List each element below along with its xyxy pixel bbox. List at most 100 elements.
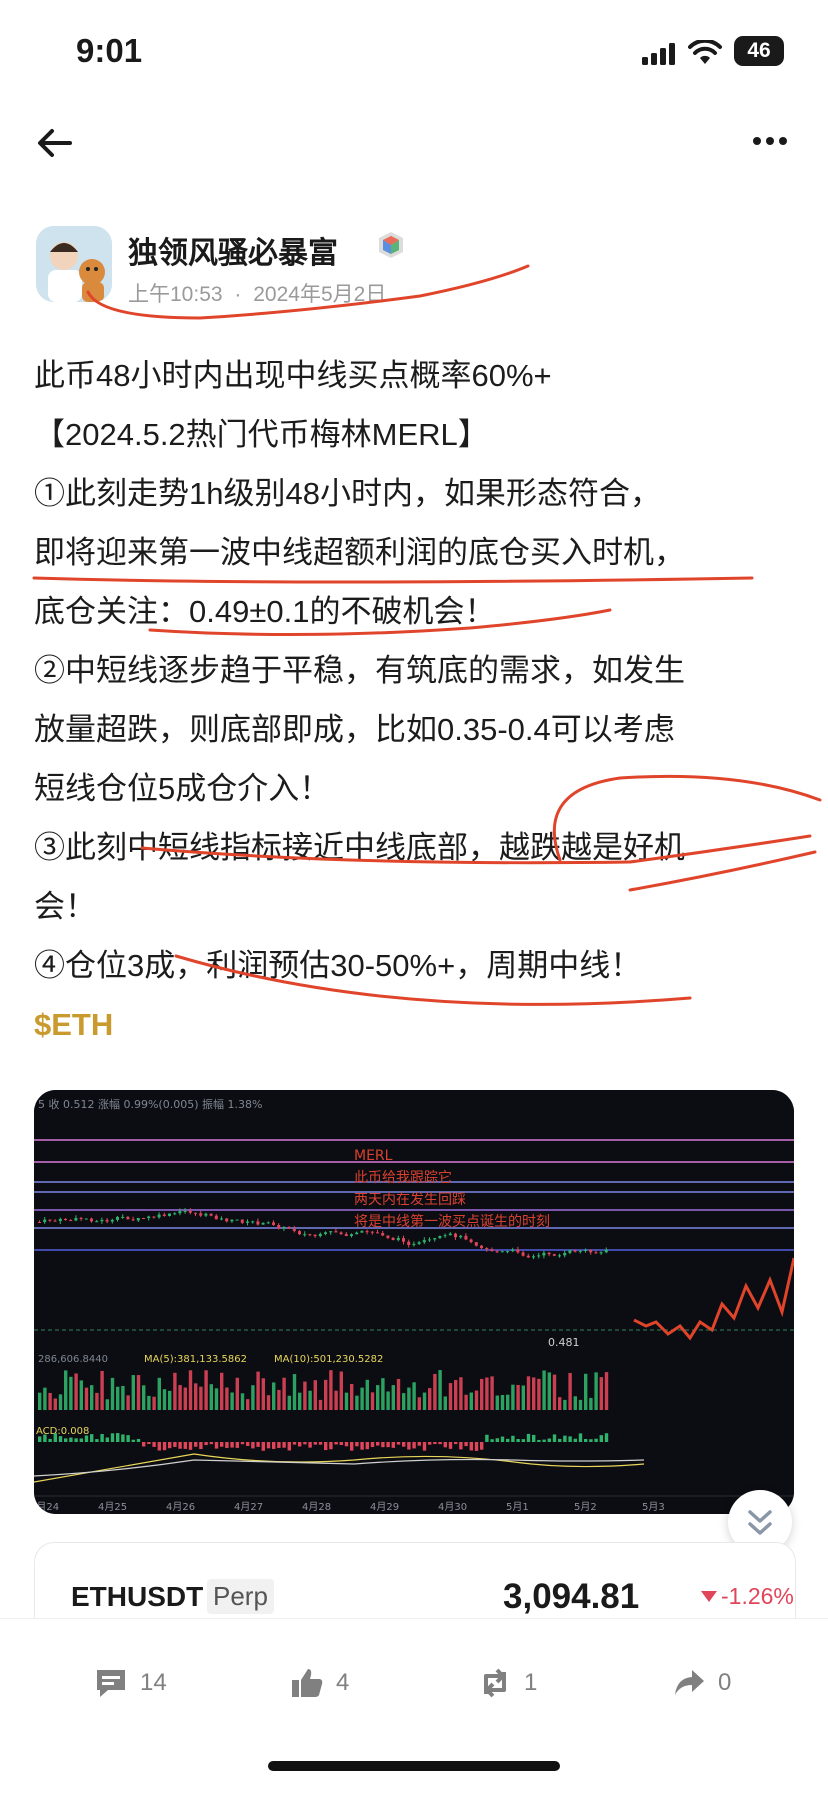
macd-bar <box>272 1442 276 1449</box>
macd-bar <box>157 1442 161 1451</box>
macd-bar <box>511 1435 515 1442</box>
volume-bar <box>506 1394 510 1410</box>
candle-body <box>287 1227 291 1229</box>
volume-bar <box>204 1370 208 1410</box>
ma5-label: MA(5):381,133.5862 <box>144 1354 247 1365</box>
candle-body <box>454 1233 457 1238</box>
volume-bar <box>136 1375 141 1410</box>
chart-screenshot[interactable]: 5 收 0.512 涨幅 0.99%(0.005) 振幅 1.38% MERL … <box>34 1090 794 1514</box>
comment-icon <box>97 1670 125 1697</box>
volume-bar <box>121 1385 125 1410</box>
candle-body <box>521 1252 525 1256</box>
macd-bar <box>521 1439 525 1442</box>
candle-body <box>318 1233 322 1237</box>
volume-bar <box>599 1377 603 1410</box>
macd-bar <box>235 1442 239 1448</box>
candle-body <box>225 1218 229 1222</box>
candle-body <box>448 1233 452 1236</box>
volume-bar <box>407 1387 411 1410</box>
candle-body <box>131 1219 135 1221</box>
candle-body <box>183 1210 187 1212</box>
candle-body <box>178 1211 182 1214</box>
candle-body <box>516 1249 520 1253</box>
volume-bar <box>100 1370 104 1410</box>
volume-bar <box>547 1372 551 1410</box>
candle-body <box>344 1234 348 1237</box>
candle-body <box>126 1216 130 1220</box>
candle-body <box>573 1250 577 1252</box>
volume-bar <box>84 1387 89 1410</box>
date-tick: 4月30 <box>438 1501 467 1513</box>
macd-bar <box>495 1438 499 1442</box>
candle-body <box>79 1218 83 1220</box>
macd-bar <box>355 1442 359 1447</box>
volume-bar <box>246 1399 250 1410</box>
date-tick: 4月28 <box>302 1501 331 1513</box>
volume-bar <box>542 1370 546 1410</box>
macd-bar <box>474 1442 479 1451</box>
like-button[interactable]: 4 <box>290 1663 349 1703</box>
date-tick: 4月24 <box>34 1501 59 1513</box>
candle-body <box>43 1219 47 1223</box>
candle-body <box>438 1236 442 1239</box>
volume-bar <box>79 1380 83 1410</box>
volume-bar <box>324 1379 328 1410</box>
macd-bar <box>376 1442 380 1446</box>
candle-body <box>116 1217 119 1220</box>
candle-body <box>506 1251 509 1253</box>
candle-body <box>459 1235 463 1238</box>
macd-bar <box>454 1442 458 1445</box>
candle-body <box>298 1231 301 1235</box>
candle-body <box>329 1231 333 1233</box>
candle-body <box>110 1219 114 1222</box>
macd-bar <box>459 1442 463 1450</box>
candle-body <box>121 1216 125 1218</box>
volume-bar <box>126 1395 130 1410</box>
candle-body <box>386 1235 390 1238</box>
candle-body <box>350 1234 353 1237</box>
macd-bar <box>162 1442 167 1451</box>
volume-bar <box>474 1390 479 1410</box>
candle-body <box>412 1243 416 1245</box>
volume-bar <box>370 1392 375 1410</box>
candle-body <box>58 1218 62 1222</box>
macd-bar <box>308 1442 312 1448</box>
macd-bar <box>214 1442 219 1449</box>
low-price-label: 0.481 <box>548 1336 580 1349</box>
macd-bar <box>95 1439 99 1442</box>
comment-button[interactable]: 14 <box>94 1663 167 1703</box>
volume-bar <box>428 1388 432 1410</box>
volume-bar <box>526 1376 531 1410</box>
candle-body <box>542 1252 546 1256</box>
ticker-price: 3,094.81 <box>503 1577 640 1616</box>
repost-button[interactable]: 1 <box>478 1663 537 1703</box>
macd-bar <box>121 1434 125 1442</box>
macd-bar <box>84 1435 89 1442</box>
volume-bar <box>402 1393 406 1410</box>
volume-bar <box>168 1390 172 1410</box>
macd-bar <box>339 1442 343 1446</box>
volume-bar <box>355 1395 359 1410</box>
macd-bar <box>199 1442 203 1450</box>
macd-bar <box>240 1442 245 1445</box>
share-button[interactable]: 0 <box>672 1663 731 1703</box>
volume-bar <box>350 1384 354 1410</box>
volume-bar <box>173 1372 177 1410</box>
volume-bar <box>48 1392 52 1410</box>
candle-body <box>147 1216 151 1219</box>
candle-body <box>256 1221 260 1225</box>
candle-body <box>381 1232 385 1236</box>
volume-bar <box>516 1384 520 1410</box>
candle-body <box>428 1239 431 1241</box>
macd-bar <box>563 1435 567 1442</box>
macd-bar <box>485 1434 489 1442</box>
candle-body <box>69 1220 73 1222</box>
macd-bar <box>142 1442 146 1447</box>
macd-bar <box>43 1434 47 1442</box>
ticker-symbol: ETHUSDT <box>71 1581 204 1612</box>
macd-bar <box>448 1442 453 1449</box>
volume-bar <box>412 1382 416 1410</box>
candle-body <box>469 1239 473 1243</box>
macd-bar <box>147 1442 151 1445</box>
candle-body <box>105 1219 109 1222</box>
